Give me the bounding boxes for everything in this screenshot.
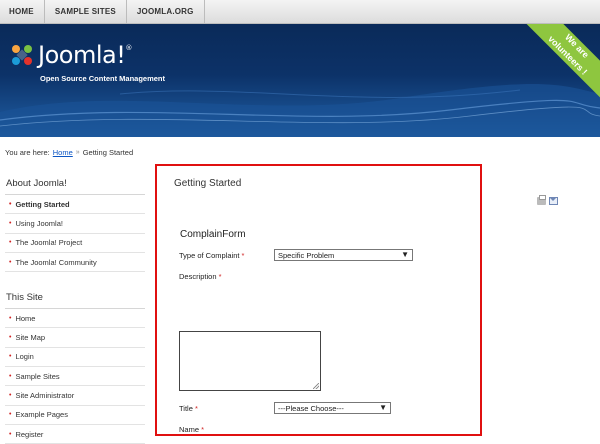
bullet-icon: • [9,200,12,208]
sidebar-item-sample-sites[interactable]: • Sample Sites [5,367,145,387]
bullet-icon: • [9,314,12,322]
bullet-icon: • [9,258,12,266]
sidebar-item-joomla-community[interactable]: • The Joomla! Community [5,253,145,273]
volunteers-ribbon: We are volunteers ! [520,24,600,104]
breadcrumb-current: Getting Started [82,148,134,157]
bullet-icon: • [9,392,12,400]
complaint-type-select[interactable]: Specific Problem ▼ [274,249,413,261]
dropdown-arrow-icon: ▼ [401,250,409,259]
sidebar-item-site-administrator[interactable]: • Site Administrator [5,386,145,406]
sidebar-item-home[interactable]: • Home [5,309,145,329]
name-label: Name * [179,425,205,434]
sidebar-item-register[interactable]: • Register [5,425,145,444]
nav-joomla-org[interactable]: JOOMLA.ORG [127,0,205,23]
joomla-logo-icon [12,45,32,65]
ribbon-line-1: We are [563,32,591,60]
nav-sample-sites[interactable]: SAMPLE SITES [45,0,127,23]
email-icon[interactable] [549,197,558,205]
bullet-icon: • [9,239,12,247]
description-label: Description * [179,272,222,281]
joomla-logo[interactable]: Joomla!® [9,41,132,69]
title-label: Title * [179,404,198,413]
page-title: Getting Started [174,178,242,189]
complaint-type-label: Type of Complaint * [179,251,245,260]
bullet-icon: • [9,334,12,342]
dropdown-arrow-icon: ▼ [379,403,387,412]
sidebar: About Joomla! • Getting Started • Using Jo… [5,172,145,444]
print-icon[interactable] [537,195,546,205]
bullet-icon: • [9,372,12,380]
bullet-icon: • [9,219,12,227]
title-select[interactable]: ---Please Choose--- ▼ [274,402,391,414]
sidebar-item-example-pages[interactable]: • Example Pages [5,406,145,425]
sidebar-menu-about: • Getting Started • Using Joomla! • The Joo… [5,195,145,273]
sidebar-menu-this-site: • Home • Site Map • Login • Sample Sites • Si… [5,309,145,444]
sidebar-item-getting-started[interactable]: • Getting Started [5,195,145,215]
form-title: ComplainForm [180,229,246,240]
main-content-highlight: Getting Started ComplainForm Type of Com… [155,164,482,436]
breadcrumb-home-link[interactable]: Home [53,148,73,157]
sidebar-item-joomla-project[interactable]: • The Joomla! Project [5,234,145,253]
sidebar-item-site-map[interactable]: • Site Map [5,328,145,348]
breadcrumb-separator: » [75,149,80,156]
sidebar-heading-about: About Joomla! [5,172,145,195]
breadcrumb-prefix: You are here: [5,148,50,157]
breadcrumb: You are here: Home » Getting Started [5,148,133,157]
bullet-icon: • [9,353,12,361]
bullet-icon: • [9,411,12,419]
site-banner: Joomla!® Open Source Content Management … [0,24,600,137]
top-nav: HOME SAMPLE SITES JOOMLA.ORG [0,0,600,24]
logo-text: Joomla!® [38,41,132,69]
sidebar-heading-this-site: This Site [5,286,145,310]
sidebar-item-login[interactable]: • Login [5,348,145,368]
site-tagline: Open Source Content Management [40,74,166,83]
description-textarea[interactable] [179,331,321,391]
nav-home[interactable]: HOME [0,0,45,23]
sidebar-item-using-joomla[interactable]: • Using Joomla! [5,214,145,234]
bullet-icon: • [9,430,12,438]
article-utility-icons [537,195,558,205]
